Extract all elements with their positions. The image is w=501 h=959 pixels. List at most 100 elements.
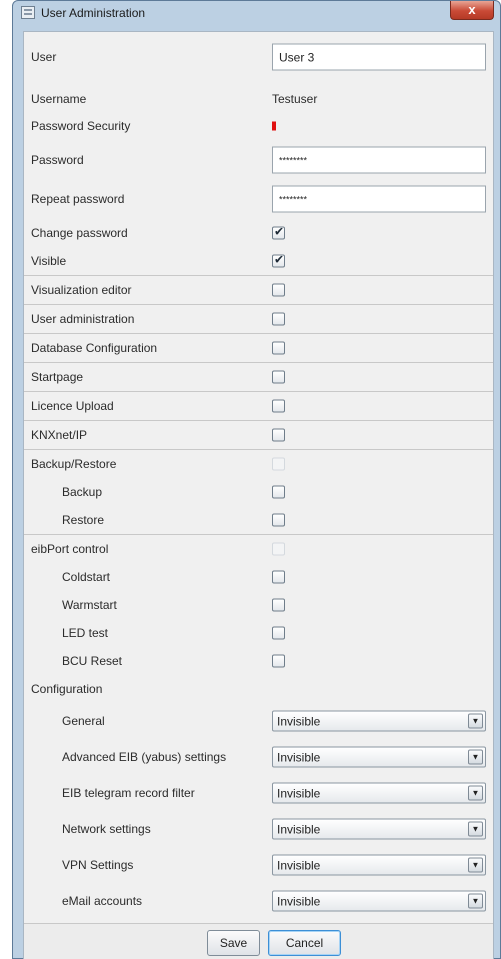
config-network-label: Network settings (62, 822, 151, 836)
restore-row: Restore (24, 506, 493, 534)
config-general-select[interactable]: Invisible ▼ (272, 710, 486, 732)
change-password-row: Change password (24, 219, 493, 247)
knxnet-ip-checkbox[interactable] (272, 428, 285, 442)
eibport-control-checkbox (272, 542, 285, 556)
password-label: Password (31, 153, 84, 167)
config-telegram-filter-label: EIB telegram record filter (62, 786, 195, 800)
password-security-row: Password Security (24, 114, 493, 138)
close-button[interactable]: x (450, 1, 494, 20)
cancel-button[interactable]: Cancel (268, 930, 341, 956)
backup-checkbox[interactable] (272, 485, 285, 499)
eibport-control-label: eibPort control (31, 542, 109, 556)
licence-upload-row: Licence Upload (24, 392, 493, 420)
change-password-checkbox[interactable] (272, 225, 285, 240)
restore-checkbox[interactable] (272, 513, 285, 527)
chevron-down-icon[interactable]: ▼ (468, 821, 483, 837)
username-label: Username (31, 92, 87, 106)
select-value: Invisible (277, 750, 321, 765)
config-vpn-row: VPN Settings Invisible ▼ (24, 848, 493, 882)
database-configuration-checkbox[interactable] (272, 341, 285, 355)
warmstart-checkbox[interactable] (272, 598, 285, 612)
coldstart-row: Coldstart (24, 563, 493, 591)
change-password-label: Change password (31, 226, 128, 240)
user-row: User (24, 40, 493, 74)
led-test-checkbox[interactable] (272, 626, 285, 640)
chevron-down-icon[interactable]: ▼ (468, 785, 483, 801)
repeat-password-input[interactable] (272, 185, 486, 213)
bcu-reset-label: BCU Reset (62, 654, 123, 668)
bcu-reset-checkbox[interactable] (272, 654, 285, 668)
config-email-row: eMail accounts Invisible ▼ (24, 884, 493, 918)
config-advanced-eib-row: Advanced EIB (yabus) settings Invisible … (24, 740, 493, 774)
user-administration-label: User administration (31, 312, 135, 326)
password-strength-indicator (272, 121, 276, 131)
visible-row: Visible (24, 247, 493, 275)
knxnet-ip-row: KNXnet/IP (24, 421, 493, 449)
chevron-down-icon[interactable]: ▼ (468, 893, 483, 909)
config-email-select[interactable]: Invisible ▼ (272, 890, 486, 912)
user-administration-window: User Administration x User Username Test… (12, 0, 501, 959)
select-value: Invisible (277, 894, 321, 909)
config-network-select[interactable]: Invisible ▼ (272, 818, 486, 840)
config-telegram-filter-row: EIB telegram record filter Invisible ▼ (24, 776, 493, 810)
app-window-icon (21, 6, 35, 19)
user-administration-checkbox[interactable] (272, 312, 285, 326)
user-administration-row: User administration (24, 305, 493, 333)
username-value: Testuser (272, 92, 318, 106)
coldstart-label: Coldstart (62, 570, 111, 584)
select-value: Invisible (277, 714, 321, 729)
backup-restore-label: Backup/Restore (31, 457, 117, 471)
configuration-row: Configuration (24, 675, 493, 703)
close-icon: x (468, 2, 476, 17)
backup-restore-checkbox (272, 457, 285, 471)
title-bar[interactable]: User Administration x (13, 1, 500, 25)
startpage-label: Startpage (31, 370, 84, 384)
warmstart-label: Warmstart (62, 598, 117, 612)
backup-restore-row: Backup/Restore (24, 450, 493, 478)
config-vpn-select[interactable]: Invisible ▼ (272, 854, 486, 876)
username-row: Username Testuser (24, 87, 493, 111)
save-button[interactable]: Save (207, 930, 260, 956)
repeat-password-label: Repeat password (31, 192, 125, 206)
knxnet-ip-label: KNXnet/IP (31, 428, 88, 442)
select-value: Invisible (277, 858, 321, 873)
licence-upload-checkbox[interactable] (272, 399, 285, 413)
config-telegram-filter-select[interactable]: Invisible ▼ (272, 782, 486, 804)
chevron-down-icon[interactable]: ▼ (468, 713, 483, 729)
restore-label: Restore (62, 513, 105, 527)
warmstart-row: Warmstart (24, 591, 493, 619)
select-value: Invisible (277, 822, 321, 837)
visualization-editor-checkbox[interactable] (272, 283, 285, 297)
visualization-editor-label: Visualization editor (31, 283, 132, 297)
visible-checkbox[interactable] (272, 253, 285, 268)
eibport-control-row: eibPort control (24, 535, 493, 563)
dialog-content: User Username Testuser Password Security… (23, 31, 494, 959)
bcu-reset-row: BCU Reset (24, 647, 493, 675)
config-advanced-eib-select[interactable]: Invisible ▼ (272, 746, 486, 768)
visible-label: Visible (31, 254, 67, 268)
config-network-row: Network settings Invisible ▼ (24, 812, 493, 846)
led-test-row: LED test (24, 619, 493, 647)
chevron-down-icon[interactable]: ▼ (468, 749, 483, 765)
user-label: User (31, 50, 57, 64)
visualization-editor-row: Visualization editor (24, 276, 493, 304)
password-security-label: Password Security (31, 119, 131, 133)
coldstart-checkbox[interactable] (272, 570, 285, 584)
password-input[interactable] (272, 146, 486, 174)
config-general-label: General (62, 714, 105, 728)
configuration-label: Configuration (31, 682, 103, 696)
licence-upload-label: Licence Upload (31, 399, 114, 413)
database-configuration-row: Database Configuration (24, 334, 493, 362)
chevron-down-icon[interactable]: ▼ (468, 857, 483, 873)
backup-label: Backup (62, 485, 103, 499)
startpage-row: Startpage (24, 363, 493, 391)
database-configuration-label: Database Configuration (31, 341, 158, 355)
startpage-checkbox[interactable] (272, 370, 285, 384)
window-title: User Administration (41, 6, 146, 20)
repeat-password-row: Repeat password (24, 182, 493, 216)
config-email-label: eMail accounts (62, 894, 143, 908)
user-name-input[interactable] (272, 43, 486, 71)
config-general-row: General Invisible ▼ (24, 704, 493, 738)
button-bar: Save Cancel (24, 923, 493, 959)
select-value: Invisible (277, 786, 321, 801)
